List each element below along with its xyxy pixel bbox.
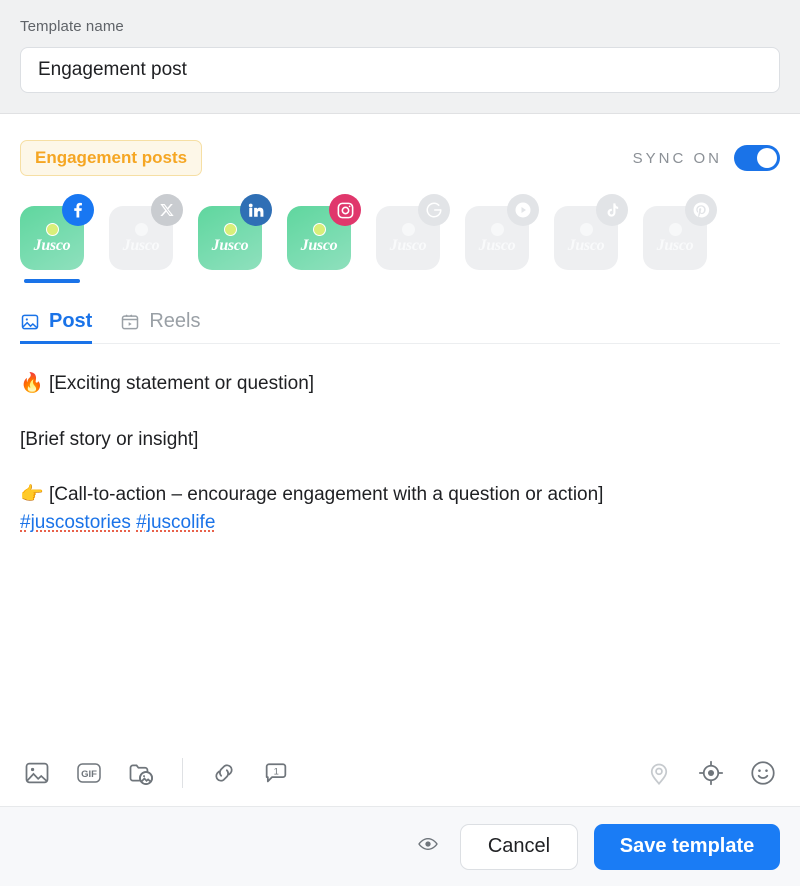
add-image-button[interactable] [20, 756, 54, 790]
account-google[interactable]: Jusco [376, 194, 456, 284]
template-name-input[interactable] [20, 47, 780, 93]
content-type-tabs: Post Reels [20, 300, 780, 344]
account-brand-name: Jusco [33, 236, 71, 254]
tab-reels-label: Reels [149, 310, 201, 332]
tab-post[interactable]: Post [20, 310, 93, 344]
account-pinterest[interactable]: Jusco [643, 194, 723, 284]
account-youtube[interactable]: Jusco [465, 194, 545, 284]
account-instagram[interactable]: Jusco [287, 194, 367, 284]
editor-hashtags: #juscostories #juscolife [20, 509, 780, 537]
account-selector: Jusco Jusco Jusco Jusco Jusco Jusco Jusc… [20, 194, 780, 284]
fire-emoji-icon: 🔥 [20, 373, 44, 394]
editor-toolbar: GIF 1 [20, 756, 780, 790]
cancel-button[interactable]: Cancel [460, 823, 578, 870]
citrus-icon [134, 222, 148, 236]
sync-label: SYNC ON [632, 149, 722, 167]
citrus-icon [401, 222, 415, 236]
hashtag-juscostories[interactable]: #juscostories [20, 512, 131, 533]
editor-line-3-text: [Call-to-action – encourage engagement w… [48, 484, 604, 506]
account-brand-name: Jusco [656, 236, 694, 254]
toolbar-left-group: GIF 1 [20, 756, 293, 790]
account-tiktok[interactable]: Jusco [554, 194, 634, 284]
account-brand-name: Jusco [478, 236, 516, 254]
editor-line-1: 🔥 [Exciting statement or question] [20, 370, 780, 398]
account-brand-name: Jusco [389, 236, 427, 254]
preview-button[interactable] [412, 831, 444, 863]
hashtag-juscolife[interactable]: #juscolife [136, 512, 215, 533]
linkedin-icon [240, 194, 272, 226]
add-gif-button[interactable]: GIF [72, 756, 106, 790]
account-facebook[interactable]: Jusco [20, 194, 100, 284]
emoji-button[interactable] [746, 756, 780, 790]
pinterest-icon [685, 194, 717, 226]
dialog-body: Engagement posts SYNC ON Jusco Jusco Jus… [0, 114, 800, 806]
tag-and-sync-row: Engagement posts SYNC ON [20, 140, 780, 176]
youtube-icon [507, 194, 539, 226]
sync-toggle-knob [757, 148, 777, 168]
account-brand-name: Jusco [122, 236, 160, 254]
editor-line-1-text: [Exciting statement or question] [48, 373, 315, 394]
pointing-hand-emoji-icon: 👉 [20, 484, 44, 506]
citrus-icon [223, 222, 237, 236]
account-linkedin[interactable]: Jusco [198, 194, 278, 284]
google-icon [418, 194, 450, 226]
first-comment-count: 1 [274, 767, 279, 777]
editor-line-2: [Brief story or insight] [20, 426, 780, 454]
toolbar-divider [182, 758, 183, 788]
tab-reels[interactable]: Reels [120, 310, 200, 343]
account-brand-name: Jusco [300, 236, 338, 254]
template-name-label: Template name [20, 18, 124, 35]
image-icon [20, 312, 40, 332]
tiktok-icon [596, 194, 628, 226]
template-editor-dialog: Template name Engagement posts SYNC ON [0, 0, 800, 886]
svg-text:GIF: GIF [81, 769, 97, 780]
first-comment-button[interactable]: 1 [259, 756, 293, 790]
template-tag-chip[interactable]: Engagement posts [20, 140, 203, 176]
post-content-editor[interactable]: 🔥 [Exciting statement or question] [Brie… [20, 370, 780, 536]
instagram-icon [329, 194, 361, 226]
target-audience-button[interactable] [694, 756, 728, 790]
location-button[interactable] [642, 756, 676, 790]
citrus-icon [579, 222, 593, 236]
x-icon [151, 194, 183, 226]
toolbar-right-group [642, 756, 780, 790]
account-brand-name: Jusco [211, 236, 249, 254]
account-selected-indicator [24, 279, 80, 283]
reels-icon [120, 312, 140, 332]
sync-toggle[interactable] [734, 145, 780, 171]
editor-line-3: 👉 [Call-to-action – encourage engagement… [20, 481, 780, 509]
dialog-header: Template name [0, 0, 800, 114]
facebook-icon [62, 194, 94, 226]
citrus-icon [490, 222, 504, 236]
account-brand-name: Jusco [567, 236, 605, 254]
citrus-icon [668, 222, 682, 236]
add-link-button[interactable] [207, 756, 241, 790]
account-x[interactable]: Jusco [109, 194, 189, 284]
dialog-footer: Cancel Save template [0, 806, 800, 886]
eye-icon [417, 833, 439, 860]
editor-line-2-text: [Brief story or insight] [20, 428, 199, 450]
citrus-icon [312, 222, 326, 236]
media-library-button[interactable] [124, 756, 158, 790]
save-template-button[interactable]: Save template [594, 823, 780, 870]
sync-control: SYNC ON [633, 145, 780, 171]
citrus-icon [45, 222, 59, 236]
tab-post-label: Post [49, 310, 93, 332]
